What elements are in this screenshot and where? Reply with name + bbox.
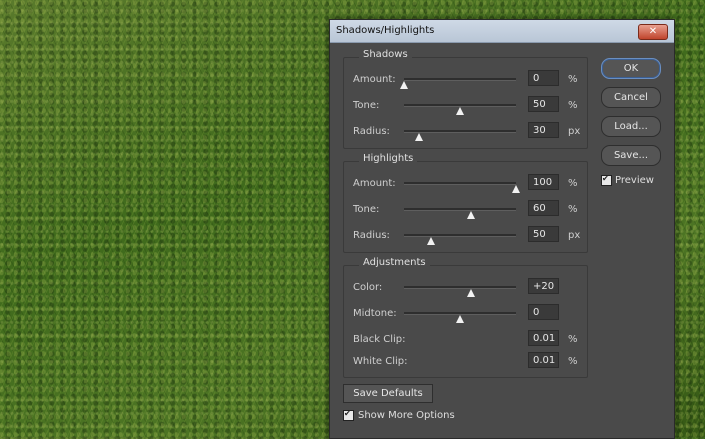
shadows-radius-label: Radius: [353,126,390,137]
highlights-amount-slider[interactable] [404,182,520,193]
highlights-tone-slider[interactable] [404,208,516,219]
shadows-amount-unit: % [568,74,578,85]
show-more-options-label: Show More Options [358,410,455,421]
adjustments-color-slider[interactable] [404,286,516,297]
shadows-tone-unit: % [568,100,578,111]
slider-thumb[interactable] [400,81,408,89]
slider-thumb[interactable] [426,237,435,245]
adjustments-color-input[interactable]: +20 [528,278,559,294]
save-button[interactable]: Save... [601,145,661,166]
highlights-amount-input[interactable]: 100 [528,174,559,190]
shadows-radius-input[interactable]: 30 [528,122,559,138]
shadows-group-title: Shadows [359,49,412,60]
shadows-amount-input[interactable]: 0 [528,70,559,86]
slider-thumb[interactable] [456,107,464,115]
adjustments-midtone-row: Midtone: 0 [344,304,587,324]
highlights-radius-input[interactable]: 50 [528,226,559,242]
shadows-amount-slider[interactable] [400,78,516,89]
ok-button[interactable]: OK [601,58,661,79]
adjustments-color-label: Color: [353,282,383,293]
dialog-title: Shadows/Highlights [336,25,435,36]
shadows-tone-label: Tone: [353,100,380,111]
adjustments-white-clip-unit: % [568,356,578,367]
slider-thumb[interactable] [467,211,476,219]
preview-checkbox[interactable] [601,174,612,186]
shadows-radius-row: Radius: 30 px [344,122,587,142]
shadows-radius-unit: px [568,126,581,137]
dialog-titlebar: Shadows/Highlights ✕ [330,20,674,43]
highlights-radius-label: Radius: [353,230,390,241]
adjustments-midtone-label: Midtone: [353,308,397,319]
shadows-group: Shadows Amount: 0 % Tone: 50 % Radius: 3… [343,49,588,149]
highlights-radius-row: Radius: 50 px [344,226,587,246]
adjustments-group: Adjustments Color: +20 Midtone: 0 Black … [343,257,588,378]
highlights-group-title: Highlights [359,153,418,164]
highlights-radius-slider[interactable] [404,234,516,245]
highlights-tone-unit: % [568,204,578,215]
shadows-tone-slider[interactable] [404,104,516,115]
highlights-group: Highlights Amount: 100 % Tone: 60 % Radi… [343,153,588,253]
shadows-tone-input[interactable]: 50 [528,96,559,112]
slider-thumb[interactable] [456,315,464,323]
adjustments-black-clip-unit: % [568,334,578,345]
cancel-button[interactable]: Cancel [601,87,661,108]
shadows-radius-slider[interactable] [404,130,516,141]
highlights-tone-input[interactable]: 60 [528,200,559,216]
adjustments-white-clip-label: White Clip: [353,356,408,367]
shadows-amount-label: Amount: [353,74,396,85]
shadows-tone-row: Tone: 50 % [344,96,587,116]
slider-thumb[interactable] [467,289,476,297]
adjustments-white-clip-row: White Clip: 0.01 % [344,352,587,372]
highlights-tone-row: Tone: 60 % [344,200,587,220]
adjustments-group-title: Adjustments [359,257,430,268]
close-button[interactable]: ✕ [638,24,668,40]
load-button[interactable]: Load... [601,116,661,137]
slider-thumb[interactable] [414,133,423,141]
highlights-radius-unit: px [568,230,581,241]
highlights-amount-row: Amount: 100 % [344,174,587,194]
shadows-amount-row: Amount: 0 % [344,70,587,90]
slider-thumb[interactable] [512,185,520,193]
shadows-highlights-dialog: Shadows/Highlights ✕ Shadows Amount: 0 %… [329,19,675,439]
highlights-amount-label: Amount: [353,178,396,189]
highlights-amount-unit: % [568,178,578,189]
show-more-options-checkbox[interactable] [343,409,354,421]
adjustments-white-clip-input[interactable]: 0.01 [528,352,559,368]
adjustments-midtone-input[interactable]: 0 [528,304,559,320]
adjustments-color-row: Color: +20 [344,278,587,298]
adjustments-black-clip-label: Black Clip: [353,334,406,345]
adjustments-black-clip-row: Black Clip: 0.01 % [344,330,587,350]
save-defaults-button[interactable]: Save Defaults [343,384,433,403]
adjustments-black-clip-input[interactable]: 0.01 [528,330,559,346]
preview-label: Preview [615,175,654,186]
adjustments-midtone-slider[interactable] [404,312,516,323]
highlights-tone-label: Tone: [353,204,380,215]
